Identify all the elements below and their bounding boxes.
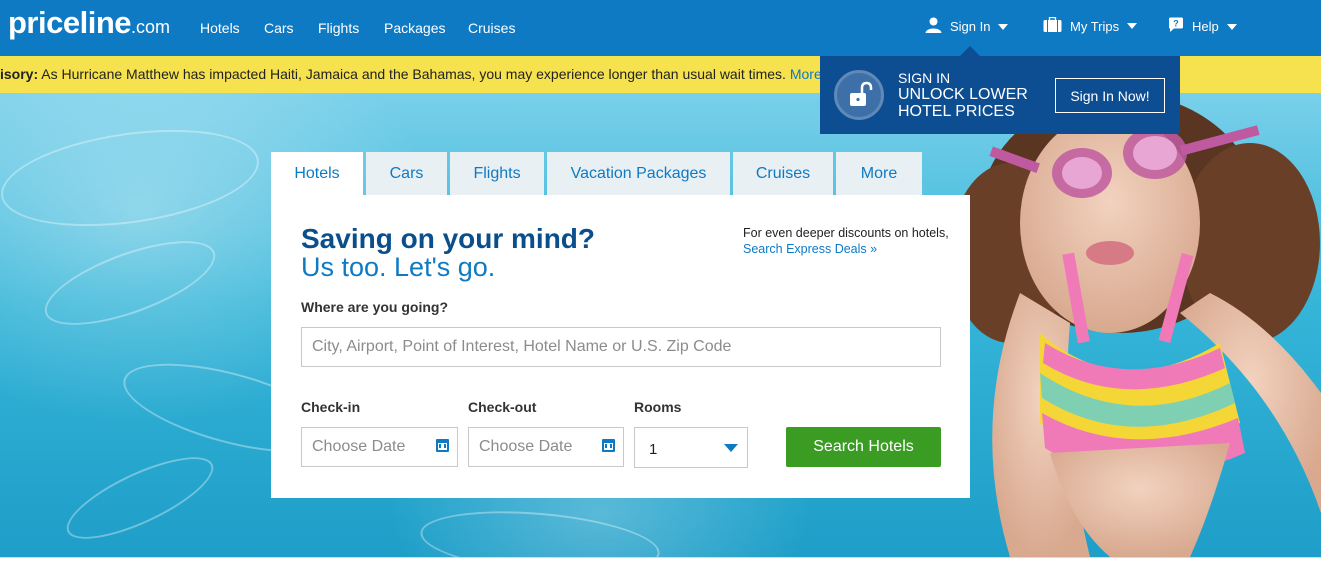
checkin-label: Check-in: [301, 399, 361, 415]
signin-line2: UNLOCK LOWER: [898, 86, 1028, 103]
my-trips-menu[interactable]: My Trips: [1043, 16, 1138, 35]
tab-hotels[interactable]: Hotels: [271, 152, 363, 195]
nav-cruises[interactable]: Cruises: [468, 20, 515, 36]
water-caustic: [56, 441, 224, 555]
headline: Saving on your mind?: [301, 223, 596, 254]
nav-hotels[interactable]: Hotels: [200, 20, 240, 36]
swimming-girl-image: [950, 93, 1321, 557]
advisory-more-link[interactable]: More: [790, 66, 822, 82]
calendar-icon[interactable]: [602, 439, 615, 452]
top-navigation: priceline.com Hotels Cars Flights Packag…: [0, 0, 1321, 56]
logo-suffix: .com: [131, 17, 171, 37]
advisory-message: As Hurricane Matthew has impacted Haiti,…: [38, 66, 786, 82]
sign-in-now-button[interactable]: Sign In Now!: [1055, 78, 1165, 113]
rooms-select[interactable]: 1: [634, 427, 748, 468]
user-icon: [925, 17, 942, 36]
checkin-date-input[interactable]: [301, 427, 458, 467]
express-deals-note: For even deeper discounts on hotels,: [743, 226, 949, 240]
chevron-down-icon: [1226, 23, 1237, 30]
search-tabs: Hotels Cars Flights Vacation Packages Cr…: [271, 152, 925, 195]
tab-cars[interactable]: Cars: [366, 152, 447, 195]
suitcase-icon: [1043, 16, 1062, 35]
express-deals-link[interactable]: Search Express Deals »: [743, 242, 877, 256]
destination-label: Where are you going?: [301, 299, 449, 315]
advisory-prefix: isory:: [0, 66, 39, 82]
help-menu[interactable]: ? Help: [1168, 17, 1237, 36]
nav-cars[interactable]: Cars: [264, 20, 294, 36]
chevron-down-icon: [998, 23, 1009, 30]
hotel-search-panel: Saving on your mind? Us too. Let's go. F…: [271, 195, 970, 498]
priceline-logo[interactable]: priceline.com: [8, 5, 170, 41]
search-hotels-button[interactable]: Search Hotels: [786, 427, 941, 467]
subheadline: Us too. Let's go.: [301, 252, 496, 282]
tab-cruises[interactable]: Cruises: [733, 152, 833, 195]
sign-in-dropdown: SIGN IN UNLOCK LOWER HOTEL PRICES Sign I…: [820, 46, 1180, 134]
tab-more[interactable]: More: [836, 152, 922, 195]
destination-input[interactable]: [301, 327, 941, 367]
nav-flights[interactable]: Flights: [318, 20, 359, 36]
checkout-label: Check-out: [468, 399, 537, 415]
help-bubble-icon: ?: [1168, 17, 1184, 36]
calendar-icon[interactable]: [436, 439, 449, 452]
signin-line1: SIGN IN: [898, 70, 951, 86]
my-trips-label: My Trips: [1070, 18, 1120, 34]
dropdown-notch: [960, 46, 980, 56]
signin-line3: HOTEL PRICES: [898, 103, 1015, 120]
checkout-date-input[interactable]: [468, 427, 624, 467]
water-caustic: [0, 115, 265, 241]
rooms-label: Rooms: [634, 399, 682, 415]
unlock-icon: [834, 70, 884, 120]
chevron-down-icon: [724, 444, 738, 452]
water-caustic: [35, 224, 225, 342]
help-label: Help: [1192, 19, 1219, 34]
svg-text:?: ?: [1173, 19, 1179, 29]
sign-in-menu[interactable]: Sign In: [925, 17, 1009, 36]
water-caustic: [417, 502, 663, 557]
tab-vacation-packages[interactable]: Vacation Packages: [547, 152, 730, 195]
tab-flights[interactable]: Flights: [450, 152, 544, 195]
page-divider: [0, 557, 1321, 568]
nav-packages[interactable]: Packages: [384, 20, 445, 36]
chevron-down-icon: [1127, 23, 1138, 29]
logo-main: priceline: [8, 5, 132, 40]
sign-in-label: Sign In: [950, 19, 991, 34]
rooms-value: 1: [649, 441, 658, 458]
